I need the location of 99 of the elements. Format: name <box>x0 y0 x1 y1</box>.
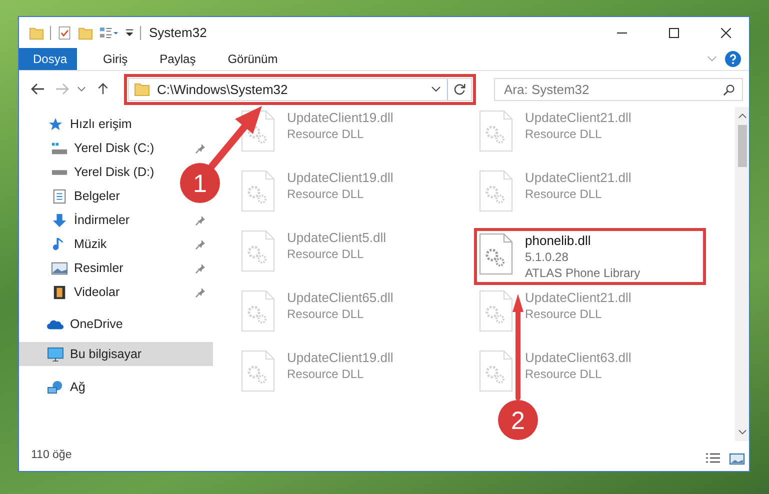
sidebar-item[interactable]: Videolar <box>19 280 124 304</box>
file-name: UpdateClient65.dll <box>287 290 394 305</box>
pin-icon[interactable] <box>195 262 206 274</box>
sidebar-label: Bu bilgisayar <box>70 347 142 361</box>
help-icon[interactable] <box>725 51 741 67</box>
file-detail: Resource DLL <box>287 187 365 201</box>
sidebar-label: İndirmeler <box>74 213 130 227</box>
file-name: UpdateClient21.dll <box>525 290 632 305</box>
file-detail: ATLAS Phone Library <box>525 266 640 280</box>
file-name: UpdateClient19.dll <box>287 170 394 185</box>
sidebar-item[interactable]: Müzik <box>19 232 111 256</box>
file-detail: 5.1.0.28 <box>525 250 570 264</box>
sidebar-label: Yerel Disk (C:) <box>74 141 154 155</box>
sidebar-item[interactable]: OneDrive <box>19 312 213 336</box>
file-detail: Resource DLL <box>525 367 603 381</box>
dll-file-icon <box>241 230 275 272</box>
pointer-arrow <box>208 106 262 170</box>
file-name: UpdateClient5.dll <box>287 230 386 245</box>
search-field[interactable]: Ara: System32 <box>494 78 743 100</box>
pin-icon[interactable] <box>195 286 206 298</box>
scroll-down-icon[interactable] <box>738 429 746 435</box>
customize-dropdown-icon[interactable] <box>125 28 134 37</box>
minimize-icon <box>617 32 627 34</box>
scroll-up-icon[interactable] <box>738 113 746 119</box>
step-number-badge: 2 <box>498 400 538 440</box>
dll-file-icon <box>479 170 513 212</box>
file-detail: Resource DLL <box>287 127 365 141</box>
sidebar-item[interactable]: Belgeler <box>19 184 124 208</box>
file-detail: Resource DLL <box>525 187 603 201</box>
picture-icon <box>51 260 68 276</box>
dll-file-icon <box>241 350 275 392</box>
sidebar-item[interactable]: Yerel Disk (C:) <box>19 136 158 160</box>
back-arrow-icon[interactable] <box>31 83 45 95</box>
details-view-icon[interactable] <box>705 453 721 465</box>
file-name: UpdateClient21.dll <box>525 110 632 125</box>
file-name: UpdateClient63.dll <box>525 350 632 365</box>
file-detail: Resource DLL <box>287 367 365 381</box>
sidebar-label: Müzik <box>74 237 107 251</box>
checklist-icon[interactable] <box>57 26 72 40</box>
up-arrow-icon[interactable] <box>96 83 110 95</box>
sidebar-item[interactable]: Resimler <box>19 256 128 280</box>
sidebar-item[interactable]: Yerel Disk (D:) <box>19 160 158 184</box>
file-name: UpdateClient19.dll <box>287 110 394 125</box>
file-name: UpdateClient21.dll <box>525 170 632 185</box>
computer-icon <box>47 346 64 362</box>
file-item[interactable]: phonelib.dll 5.1.0.28 ATLAS Phone Library <box>479 233 701 280</box>
file-name: phonelib.dll <box>525 233 592 248</box>
large-icons-view-icon[interactable] <box>729 453 745 465</box>
film-icon <box>51 284 68 300</box>
scrollbar[interactable] <box>735 107 749 441</box>
file-name: UpdateClient19.dll <box>287 350 394 365</box>
ribbon-tab[interactable]: Görünüm <box>214 48 292 70</box>
properties-icon[interactable] <box>99 26 119 40</box>
dropdown-caret-icon[interactable] <box>431 86 441 92</box>
sidebar-item[interactable]: İndirmeler <box>19 208 134 232</box>
star-icon <box>47 116 64 132</box>
pin-icon[interactable] <box>195 214 206 226</box>
dll-file-icon <box>479 110 513 152</box>
ribbon-tab[interactable]: Paylaş <box>146 48 210 70</box>
recent-locations-icon[interactable] <box>77 86 86 92</box>
address-path: C:\Windows\System32 <box>157 82 289 96</box>
sidebar-label: Videolar <box>74 285 120 299</box>
maximize-icon <box>669 28 679 38</box>
drive-icon <box>51 170 68 174</box>
dll-file-icon <box>241 170 275 212</box>
dll-file-icon <box>241 290 275 332</box>
dll-file-icon <box>479 290 513 332</box>
search-icon[interactable] <box>723 84 735 96</box>
folder-icon <box>134 82 150 96</box>
dll-file-icon <box>479 350 513 392</box>
window-title: System32 <box>149 25 207 40</box>
sidebar-label: Resimler <box>74 261 124 275</box>
pin-icon[interactable] <box>195 238 206 250</box>
sidebar-label: Hızlı erişim <box>70 117 132 131</box>
step-number-badge: 1 <box>180 163 220 203</box>
ribbon-tab[interactable]: Giriş <box>89 48 142 70</box>
dll-file-icon <box>479 233 513 275</box>
sidebar-item[interactable]: Ağ <box>19 375 213 399</box>
download-arrow-icon <box>51 212 68 228</box>
sidebar-item[interactable]: Bu bilgisayar <box>19 342 213 366</box>
network-icon <box>47 380 64 394</box>
file-detail: Resource DLL <box>287 307 365 321</box>
close-icon <box>721 28 731 38</box>
sidebar-label: Ağ <box>70 380 86 394</box>
sidebar-label: Yerel Disk (D:) <box>74 165 154 179</box>
file-detail: Resource DLL <box>287 247 365 261</box>
item-count: 110 öğe <box>30 449 73 463</box>
file-detail: Resource DLL <box>525 127 603 141</box>
ribbon-tab[interactable]: Dosya <box>19 48 77 70</box>
file-detail: Resource DLL <box>525 307 603 321</box>
document-icon <box>51 188 68 204</box>
scrollbar-thumb[interactable] <box>738 125 746 167</box>
expand-ribbon-icon[interactable] <box>707 55 717 63</box>
sidebar-label: OneDrive <box>70 317 123 331</box>
sidebar-item[interactable]: Hızlı erişim <box>19 112 213 136</box>
sidebar-label: Belgeler <box>74 189 120 203</box>
drive-icon <box>51 140 68 156</box>
pin-icon[interactable] <box>195 142 206 154</box>
refresh-icon[interactable] <box>453 82 466 96</box>
